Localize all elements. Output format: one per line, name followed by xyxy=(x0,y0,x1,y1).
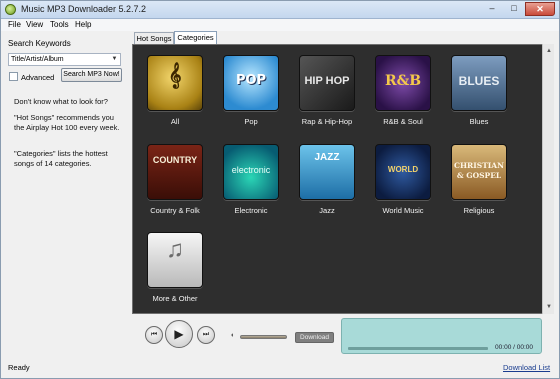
country-icon: COUNTRY xyxy=(147,144,203,200)
category-label: Country & Folk xyxy=(150,206,200,215)
category-rap-hip-hop[interactable]: HIP HOP Rap & Hip-Hop xyxy=(293,55,361,126)
category-all[interactable]: 𝄞 All xyxy=(141,55,209,126)
volume-icon: ◖ xyxy=(230,332,235,339)
jazz-icon: JAZZ xyxy=(299,144,355,200)
category-label: More & Other xyxy=(152,294,198,303)
app-logo-icon xyxy=(5,4,16,15)
status-text: Ready xyxy=(8,363,30,372)
category-country-folk[interactable]: COUNTRY Country & Folk xyxy=(141,144,209,215)
religious-icon: CHRISTIAN & GOSPEL xyxy=(451,144,507,200)
search-type-select[interactable]: Title/Artist/Album ▼ xyxy=(8,53,121,66)
category-world-music[interactable]: WORLD World Music xyxy=(369,144,437,215)
close-button[interactable]: ✕ xyxy=(525,2,555,16)
category-more-other[interactable]: ♫ More & Other xyxy=(141,232,209,303)
category-label: World Music xyxy=(382,206,424,215)
blues-icon: BLUES xyxy=(451,55,507,111)
category-label: R&B & Soul xyxy=(383,117,423,126)
chevron-down-icon: ▼ xyxy=(111,56,118,62)
previous-button[interactable]: ⏮ xyxy=(145,326,163,344)
next-button[interactable]: ⏭ xyxy=(197,326,215,344)
category-label: Jazz xyxy=(319,206,335,215)
pop-icon: POP xyxy=(223,55,279,111)
tab-categories[interactable]: Categories xyxy=(174,31,217,44)
menu-help[interactable]: Help xyxy=(75,20,91,29)
menu-bar: File View Tools Help xyxy=(1,19,559,31)
menu-view[interactable]: View xyxy=(26,20,43,29)
category-jazz[interactable]: JAZZ Jazz xyxy=(293,144,361,215)
category-label: Rap & Hip-Hop xyxy=(301,117,353,126)
next-icon: ⏭ xyxy=(202,331,210,338)
minimize-button[interactable]: – xyxy=(481,2,503,16)
music-note-icon: ♫ xyxy=(147,232,203,288)
menu-tools[interactable]: Tools xyxy=(50,20,69,29)
category-label: All xyxy=(170,117,180,126)
volume-slider[interactable] xyxy=(240,335,287,339)
treble-clef-icon: 𝄞 xyxy=(147,55,203,111)
advanced-checkbox[interactable] xyxy=(9,72,18,81)
categories-scrollbar[interactable]: ▲ ▼ xyxy=(542,44,554,314)
rnb-icon: R&B xyxy=(375,55,431,111)
advanced-label: Advanced xyxy=(21,73,55,82)
search-mp3-button[interactable]: Search MP3 Now! xyxy=(61,68,122,82)
search-type-value: Title/Artist/Album xyxy=(11,56,64,63)
help-categories: "Categories" lists the hottest songs of … xyxy=(14,149,108,168)
category-blues[interactable]: BLUES Blues xyxy=(445,55,513,126)
window-title: Music MP3 Downloader 5.2.7.2 xyxy=(21,4,147,14)
help-intro: Don't know what to look for? xyxy=(14,97,108,106)
categories-panel: 𝄞 All POP Pop HIP HOP Rap & Hip-Hop R&B … xyxy=(132,44,554,314)
download-list-link[interactable]: Download List xyxy=(503,363,550,372)
menu-file[interactable]: File xyxy=(8,20,21,29)
download-button[interactable]: Download xyxy=(295,332,334,343)
electronic-icon: electronic xyxy=(223,144,279,200)
category-rnb-soul[interactable]: R&B R&B & Soul xyxy=(369,55,437,126)
help-hot-songs: "Hot Songs" recommends you the Airplay H… xyxy=(14,113,120,132)
category-label: Blues xyxy=(469,117,489,126)
playback-progress[interactable] xyxy=(348,347,488,350)
world-icon: WORLD xyxy=(375,144,431,200)
playback-time: 00:00 / 00:00 xyxy=(495,344,533,351)
category-pop[interactable]: POP Pop xyxy=(217,55,285,126)
play-button[interactable]: ▶ xyxy=(165,320,193,348)
previous-icon: ⏮ xyxy=(150,331,158,338)
scroll-down-icon[interactable]: ▼ xyxy=(544,302,554,312)
category-label: Religious xyxy=(463,206,495,215)
category-electronic[interactable]: electronic Electronic xyxy=(217,144,285,215)
app-window: Music MP3 Downloader 5.2.7.2 – □ ✕ File … xyxy=(0,0,560,379)
title-bar: Music MP3 Downloader 5.2.7.2 – □ ✕ xyxy=(1,1,559,19)
playback-panel: 00:00 / 00:00 xyxy=(341,318,542,354)
scroll-up-icon[interactable]: ▲ xyxy=(544,46,554,56)
search-keywords-label: Search Keywords xyxy=(8,39,71,48)
category-label: Pop xyxy=(244,117,258,126)
play-icon: ▶ xyxy=(174,327,184,341)
category-label: Electronic xyxy=(234,206,268,215)
maximize-button[interactable]: □ xyxy=(503,2,525,16)
tab-hot-songs[interactable]: Hot Songs xyxy=(134,32,174,44)
hip-hop-icon: HIP HOP xyxy=(299,55,355,111)
category-religious[interactable]: CHRISTIAN & GOSPEL Religious xyxy=(445,144,513,215)
